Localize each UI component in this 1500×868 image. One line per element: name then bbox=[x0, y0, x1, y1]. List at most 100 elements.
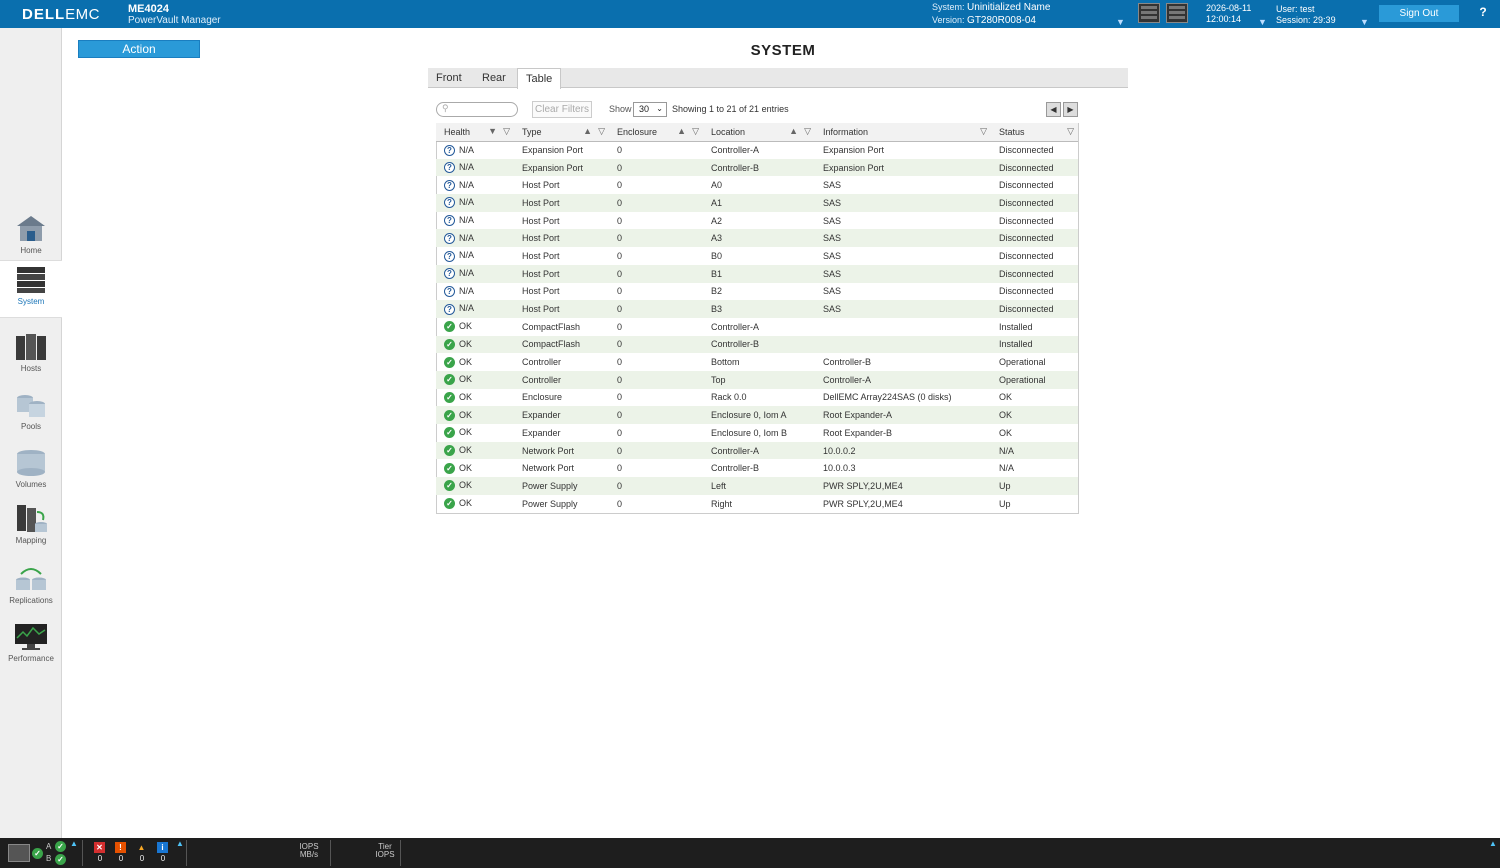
nav-volumes[interactable]: Volumes bbox=[0, 444, 62, 500]
info-icon[interactable]: i bbox=[157, 842, 168, 853]
expand-up-icon[interactable]: ▲ bbox=[176, 839, 184, 848]
tab-front[interactable]: Front bbox=[428, 68, 470, 88]
tier-iops-panel[interactable]: Tier IOPS bbox=[370, 843, 400, 859]
sort-asc-icon[interactable]: ▲ bbox=[789, 126, 798, 136]
filter-icon[interactable]: ▽ bbox=[804, 126, 811, 136]
column-header-health[interactable]: Health ▼ ▽ bbox=[436, 123, 514, 142]
nav-system[interactable]: System bbox=[0, 260, 62, 318]
unknown-status-icon: ? bbox=[444, 232, 455, 244]
table-row[interactable]: ✓ OK Power Supply 0 Right PWR SPLY,2U,ME4 Up bbox=[436, 495, 1078, 513]
nav-hosts[interactable]: Hosts bbox=[0, 328, 62, 384]
filter-icon[interactable]: ▽ bbox=[598, 126, 605, 136]
nav-pools[interactable]: Pools bbox=[0, 386, 62, 442]
ok-status-icon: ✓ bbox=[444, 498, 455, 510]
error-icon[interactable]: ! bbox=[115, 842, 126, 853]
system-info[interactable]: System: Uninitialized Name Version: GT28… bbox=[932, 1, 1050, 27]
warning-icon[interactable]: ▲ bbox=[136, 842, 147, 853]
type-cell: Controller bbox=[514, 370, 609, 389]
table-row[interactable]: ✓ OK Controller 0 Bottom Controller-B Operatio… bbox=[436, 353, 1078, 371]
controller-a-ok-icon[interactable]: ✓ bbox=[55, 841, 66, 852]
table-row[interactable]: ? N/A Expansion Port 0 Controller-A Expansion… bbox=[436, 141, 1078, 159]
date-time-expand-icon[interactable]: ▼ bbox=[1258, 17, 1267, 27]
enclosure-cell: 0 bbox=[617, 180, 623, 191]
host-connection-icon[interactable] bbox=[1138, 3, 1160, 23]
tab-table[interactable]: Table bbox=[517, 68, 562, 89]
table-row[interactable]: ✓ OK CompactFlash 0 Controller-B Installed bbox=[436, 335, 1078, 354]
column-header-location[interactable]: Location ▲ ▽ bbox=[703, 123, 815, 142]
table-row[interactable]: ? N/A Host Port 0 A2 SAS Disconnected bbox=[436, 212, 1078, 230]
column-header-type[interactable]: Type ▲ ▽ bbox=[514, 123, 609, 142]
nav-replications[interactable]: Replications bbox=[0, 560, 62, 616]
action-button[interactable]: Action bbox=[78, 40, 200, 58]
status-cell: Disconnected bbox=[999, 215, 1054, 226]
show-label: Show bbox=[609, 104, 632, 114]
previous-page-button[interactable]: ◀ bbox=[1046, 102, 1061, 117]
table-row[interactable]: ? N/A Host Port 0 B2 SAS Disconnected bbox=[436, 283, 1078, 301]
array-icon[interactable] bbox=[8, 844, 30, 862]
health-cell: ✓ OK bbox=[436, 406, 514, 424]
filter-icon[interactable]: ▽ bbox=[692, 126, 699, 136]
information-cell bbox=[815, 335, 991, 354]
status-cell: Up bbox=[999, 498, 1011, 509]
health-cell: ? N/A bbox=[436, 247, 514, 265]
enclosure-cell: 0 bbox=[617, 427, 623, 438]
filter-icon[interactable]: ▽ bbox=[980, 126, 987, 136]
date-time[interactable]: 2026-08-11 12:00:14 bbox=[1206, 3, 1251, 25]
enclosure-cell: 0 bbox=[617, 321, 623, 332]
expand-up-icon[interactable]: ▲ bbox=[1489, 839, 1497, 848]
sort-asc-icon[interactable]: ▲ bbox=[677, 126, 686, 136]
sort-desc-icon[interactable]: ▼ bbox=[488, 126, 497, 136]
table-row[interactable]: ✓ OK Expander 0 Enclosure 0, Iom A Root Expan… bbox=[436, 406, 1078, 424]
page-title: SYSTEM bbox=[750, 42, 816, 59]
ok-status-icon: ✓ bbox=[444, 480, 455, 492]
unknown-status-icon: ? bbox=[444, 215, 455, 227]
tab-rear[interactable]: Rear bbox=[474, 68, 514, 88]
type-cell: Host Port bbox=[514, 194, 609, 212]
table-row[interactable]: ? N/A Host Port 0 B3 SAS Disconnected bbox=[436, 300, 1078, 318]
status-cell: Installed bbox=[991, 335, 1078, 354]
table-row[interactable]: ✓ OK CompactFlash 0 Controller-A Installed bbox=[436, 318, 1078, 336]
column-header-status[interactable]: Status ▽ bbox=[991, 123, 1078, 142]
table-row[interactable]: ? N/A Host Port 0 A1 SAS Disconnected bbox=[436, 194, 1078, 212]
sort-asc-icon[interactable]: ▲ bbox=[583, 126, 592, 136]
expand-up-icon[interactable]: ▲ bbox=[70, 839, 78, 848]
column-header-enclosure[interactable]: Enclosure ▲ ▽ bbox=[609, 123, 703, 142]
table-row[interactable]: ? N/A Host Port 0 A3 SAS Disconnected bbox=[436, 229, 1078, 248]
table-row[interactable]: ? N/A Expansion Port 0 Controller-B Expansion… bbox=[436, 158, 1078, 177]
search-input[interactable]: ⚲ bbox=[436, 102, 518, 117]
table-row[interactable]: ✓ OK Controller 0 Top Controller-A Operational bbox=[436, 370, 1078, 389]
table-row[interactable]: ✓ OK Network Port 0 Controller-A 10.0.0.2 N/A bbox=[436, 441, 1078, 460]
filter-icon[interactable]: ▽ bbox=[503, 126, 510, 136]
table-row[interactable]: ? N/A Host Port 0 B1 SAS Disconnected bbox=[436, 264, 1078, 283]
enclosure-cell: 0 bbox=[617, 215, 623, 226]
sign-out-button[interactable]: Sign Out bbox=[1379, 5, 1459, 22]
table-row[interactable]: ✓ OK Network Port 0 Controller-B 10.0.0.3 N/A bbox=[436, 459, 1078, 477]
critical-icon[interactable]: ✕ bbox=[94, 842, 105, 853]
clear-filters-button[interactable]: Clear Filters bbox=[532, 101, 592, 118]
table-row[interactable]: ✓ OK Enclosure 0 Rack 0.0 DellEMC Array224SAS… bbox=[436, 389, 1078, 407]
ok-status-icon: ✓ bbox=[444, 338, 455, 350]
page-size-select[interactable]: 30 ⌄ bbox=[633, 102, 667, 117]
table-row[interactable]: ? N/A Host Port 0 A0 SAS Disconnected bbox=[436, 176, 1078, 194]
user-expand-icon[interactable]: ▼ bbox=[1360, 17, 1369, 27]
help-icon[interactable]: ? bbox=[1474, 5, 1492, 22]
nav-performance[interactable]: Performance bbox=[0, 618, 62, 674]
information-cell: Expansion Port bbox=[815, 158, 991, 177]
table-row[interactable]: ✓ OK Expander 0 Enclosure 0, Iom B Root Expan… bbox=[436, 424, 1078, 442]
user-info[interactable]: User: test Session: 29:39 bbox=[1276, 4, 1336, 26]
enclosure-status-icon[interactable] bbox=[1166, 3, 1188, 23]
table-row[interactable]: ✓ OK Power Supply 0 Left PWR SPLY,2U,ME4 Up bbox=[436, 477, 1078, 495]
nav-mapping[interactable]: Mapping bbox=[0, 500, 62, 556]
status-cell: OK bbox=[999, 427, 1013, 438]
nav-home[interactable]: Home bbox=[0, 210, 62, 266]
column-header-information[interactable]: Information ▽ bbox=[815, 123, 991, 142]
controller-b-ok-icon[interactable]: ✓ bbox=[55, 854, 66, 865]
dell-emc-logo: DELLEMC bbox=[22, 6, 101, 23]
filter-icon[interactable]: ▽ bbox=[1067, 126, 1074, 136]
system-info-expand-icon[interactable]: ▼ bbox=[1116, 17, 1125, 27]
information-cell: SAS bbox=[815, 229, 991, 248]
information-cell: Controller-B bbox=[823, 357, 872, 368]
table-row[interactable]: ? N/A Host Port 0 B0 SAS Disconnected bbox=[436, 247, 1078, 265]
iops-panel[interactable]: IOPS MB/s bbox=[294, 843, 324, 859]
next-page-button[interactable]: ▶ bbox=[1063, 102, 1078, 117]
